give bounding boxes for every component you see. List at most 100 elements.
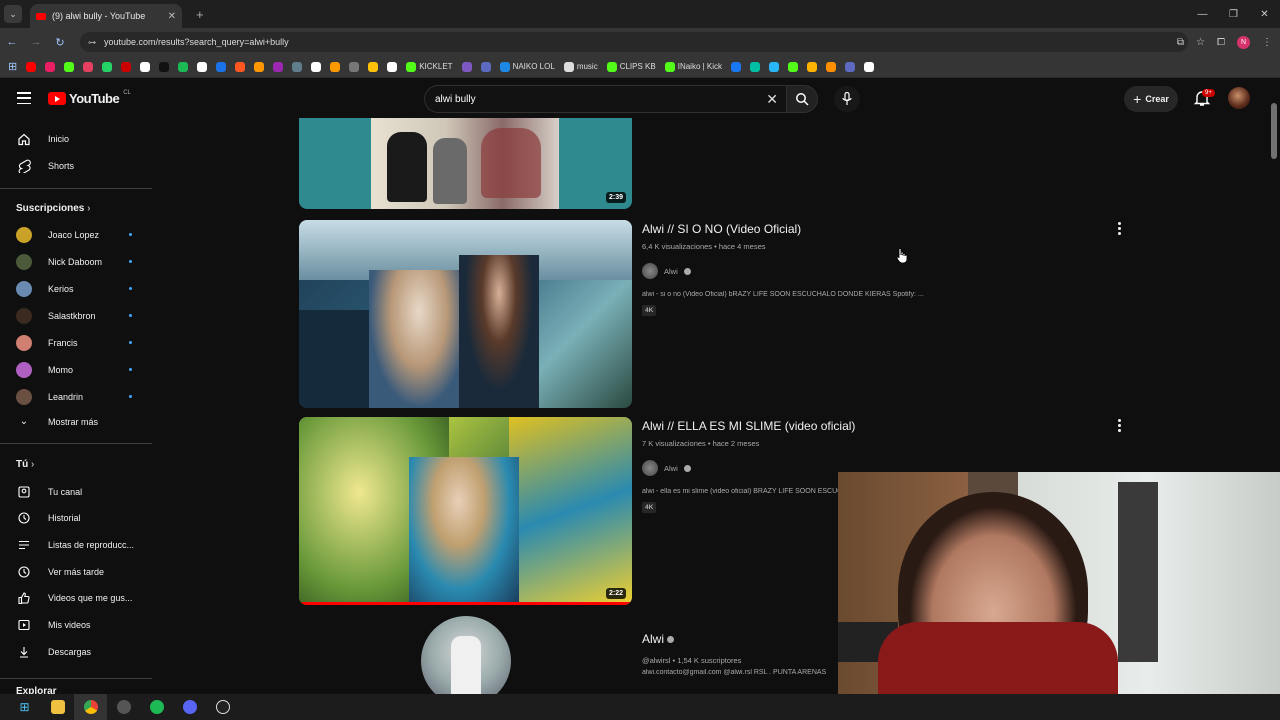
profile-icon[interactable]: N [1237, 35, 1250, 49]
sidebar-item-channel[interactable]: Tu canal [0, 478, 156, 505]
restore-icon[interactable]: ❐ [1218, 0, 1249, 28]
subscriptions-heading[interactable]: Suscripciones › [16, 203, 90, 214]
voice-search-button[interactable] [834, 86, 860, 112]
bookmark-item[interactable] [26, 56, 37, 78]
video-title[interactable]: Alwi // ELLA ES MI SLIME (video oficial) [642, 419, 1162, 433]
sidebar-item-history[interactable]: Historial [0, 505, 156, 532]
video-thumbnail[interactable]: 2:22 [299, 417, 632, 605]
bookmark-item[interactable] [480, 56, 491, 78]
bookmark-item[interactable] [45, 56, 56, 78]
close-window-icon[interactable]: ✕ [1249, 0, 1280, 28]
bookmark-item[interactable]: music [563, 56, 598, 78]
sidebar-item-my-videos[interactable]: Mis videos [0, 612, 156, 639]
video-title[interactable]: Alwi // SI O NO (Video Oficial) [642, 222, 1162, 236]
more-actions-icon[interactable] [1116, 419, 1122, 432]
bookmark-item[interactable] [387, 56, 398, 78]
bookmark-item[interactable] [368, 56, 379, 78]
taskbar-app[interactable] [107, 694, 140, 720]
channel-avatar[interactable] [642, 460, 658, 476]
bookmark-item[interactable] [750, 56, 761, 78]
sidebar-item-playlist[interactable]: Listas de reproducc... [0, 531, 156, 558]
bookmark-item[interactable] [731, 56, 742, 78]
taskbar-chrome[interactable] [74, 694, 107, 720]
bookmark-item[interactable] [788, 56, 799, 78]
you-heading[interactable]: Tú › [16, 459, 34, 470]
taskbar-discord[interactable] [173, 694, 206, 720]
sidebar-subscription[interactable]: Salastkbron [0, 302, 156, 329]
bookmark-item[interactable] [235, 56, 246, 78]
clear-search-icon[interactable]: ✕ [766, 91, 778, 108]
bookmark-item[interactable]: CLIPS KB [606, 56, 656, 78]
bookmark-item[interactable] [826, 56, 837, 78]
create-button[interactable]: + Crear [1124, 86, 1178, 112]
bookmark-item[interactable] [807, 56, 818, 78]
sidebar-subscription[interactable]: Kerios [0, 275, 156, 302]
sidebar-item-shorts[interactable]: Shorts [0, 152, 156, 179]
bookmark-item[interactable] [140, 56, 151, 78]
bookmark-item[interactable]: KICKLET [406, 56, 453, 78]
channel-name[interactable]: Alwi [664, 267, 678, 276]
bookmark-item[interactable] [273, 56, 284, 78]
taskbar-spotify[interactable] [140, 694, 173, 720]
bookmark-item[interactable] [178, 56, 189, 78]
tab-search-icon[interactable]: ⌄ [4, 5, 22, 23]
bookmark-item[interactable] [330, 56, 341, 78]
youtube-logo[interactable]: YouTube CL [48, 90, 131, 106]
bookmark-star-icon[interactable]: ☆ [1196, 37, 1205, 48]
channel-name[interactable]: Alwi [664, 464, 678, 473]
sidebar-item-download[interactable]: Descargas [0, 638, 156, 665]
sidebar-subscription[interactable]: Joaco Lopez [0, 221, 156, 248]
bookmark-item[interactable] [311, 56, 322, 78]
bookmark-item[interactable] [197, 56, 208, 78]
bookmark-item[interactable] [121, 56, 132, 78]
site-info-icon[interactable]: ⊶ [88, 38, 96, 47]
sidebar-item-clock[interactable]: Ver más tarde [0, 558, 156, 585]
forward-icon[interactable]: → [24, 36, 48, 48]
bookmark-item[interactable] [102, 56, 113, 78]
more-actions-icon[interactable] [1116, 222, 1122, 235]
sidebar-subscription[interactable]: Nick Daboom [0, 248, 156, 275]
show-more-button[interactable]: ⌄ Mostrar más [0, 408, 156, 435]
taskbar-file-explorer[interactable] [41, 694, 74, 720]
page-scrollbar[interactable] [1271, 103, 1277, 159]
bookmark-item[interactable] [864, 56, 875, 78]
extensions-icon[interactable]: ⧠ [1217, 37, 1225, 48]
search-input[interactable]: alwi bully ✕ [424, 85, 786, 113]
bookmark-item[interactable]: INaiko | Kick [664, 56, 722, 78]
video-thumbnail[interactable]: 2:39 [299, 118, 632, 209]
taskbar-obs[interactable] [206, 694, 239, 720]
url-bar[interactable]: ⊶ youtube.com/results?search_query=alwi+… [80, 32, 1188, 52]
bookmark-item[interactable] [845, 56, 856, 78]
sidebar-item-inicio[interactable]: Inicio [0, 125, 156, 152]
search-button[interactable] [786, 85, 818, 113]
bookmark-item[interactable] [216, 56, 227, 78]
bookmark-item[interactable] [461, 56, 472, 78]
video-channel[interactable]: Alwi [642, 263, 1162, 279]
bookmark-item[interactable] [254, 56, 265, 78]
bookmark-item[interactable] [83, 56, 94, 78]
minimize-icon[interactable]: — [1187, 0, 1218, 28]
back-icon[interactable]: ← [0, 36, 24, 48]
channel-card-avatar[interactable] [421, 616, 511, 694]
bookmark-item[interactable] [64, 56, 75, 78]
new-tab-button[interactable]: + [196, 7, 204, 22]
sidebar-item-thumbs-up[interactable]: Videos que me gus... [0, 585, 156, 612]
bookmark-item[interactable]: NAIKO LOL [499, 56, 555, 78]
menu-icon[interactable] [17, 92, 31, 104]
install-app-icon[interactable]: ⧉ [1177, 37, 1184, 48]
browser-tab[interactable]: (9) alwi bully - YouTube ✕ [30, 4, 182, 28]
bookmark-item[interactable] [292, 56, 303, 78]
bookmark-item[interactable] [349, 56, 360, 78]
video-thumbnail[interactable] [299, 220, 632, 408]
browser-menu-icon[interactable]: ⋮ [1262, 37, 1272, 48]
sidebar-subscription[interactable]: Francis [0, 329, 156, 356]
sidebar-subscription[interactable]: Momo [0, 356, 156, 383]
apps-grid-icon[interactable]: ⊞ [8, 56, 17, 78]
reload-icon[interactable]: ↻ [48, 36, 72, 49]
sidebar-subscription[interactable]: Leandrin [0, 383, 156, 410]
bookmark-item[interactable] [769, 56, 780, 78]
channel-avatar[interactable] [642, 263, 658, 279]
tab-close-icon[interactable]: ✕ [168, 11, 176, 22]
account-avatar[interactable] [1228, 87, 1250, 109]
start-button[interactable]: ⊞ [8, 694, 41, 720]
